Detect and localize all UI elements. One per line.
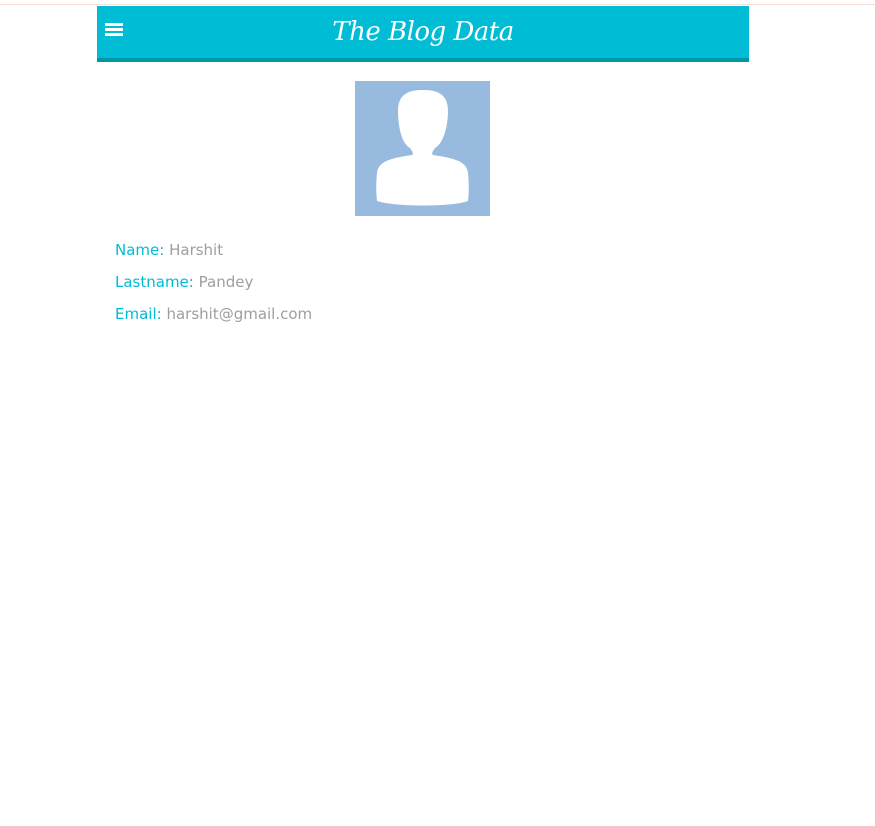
user-placeholder-icon <box>376 90 469 206</box>
lastname-label: Lastname: <box>115 273 194 291</box>
email-label: Email: <box>115 305 162 323</box>
hamburger-menu-icon[interactable] <box>105 23 123 37</box>
site-title: The Blog Data <box>332 17 514 47</box>
lastname-value: Pandey <box>198 273 254 291</box>
top-divider <box>0 4 875 5</box>
app-header: The Blog Data <box>97 6 749 62</box>
email-row: Email: harshit@gmail.com <box>115 304 312 324</box>
lastname-row: Lastname: Pandey <box>115 272 253 292</box>
name-row: Name: Harshit <box>115 240 223 260</box>
name-label: Name: <box>115 241 165 259</box>
avatar <box>355 81 490 216</box>
email-value: harshit@gmail.com <box>166 305 313 323</box>
name-value: Harshit <box>169 241 224 259</box>
